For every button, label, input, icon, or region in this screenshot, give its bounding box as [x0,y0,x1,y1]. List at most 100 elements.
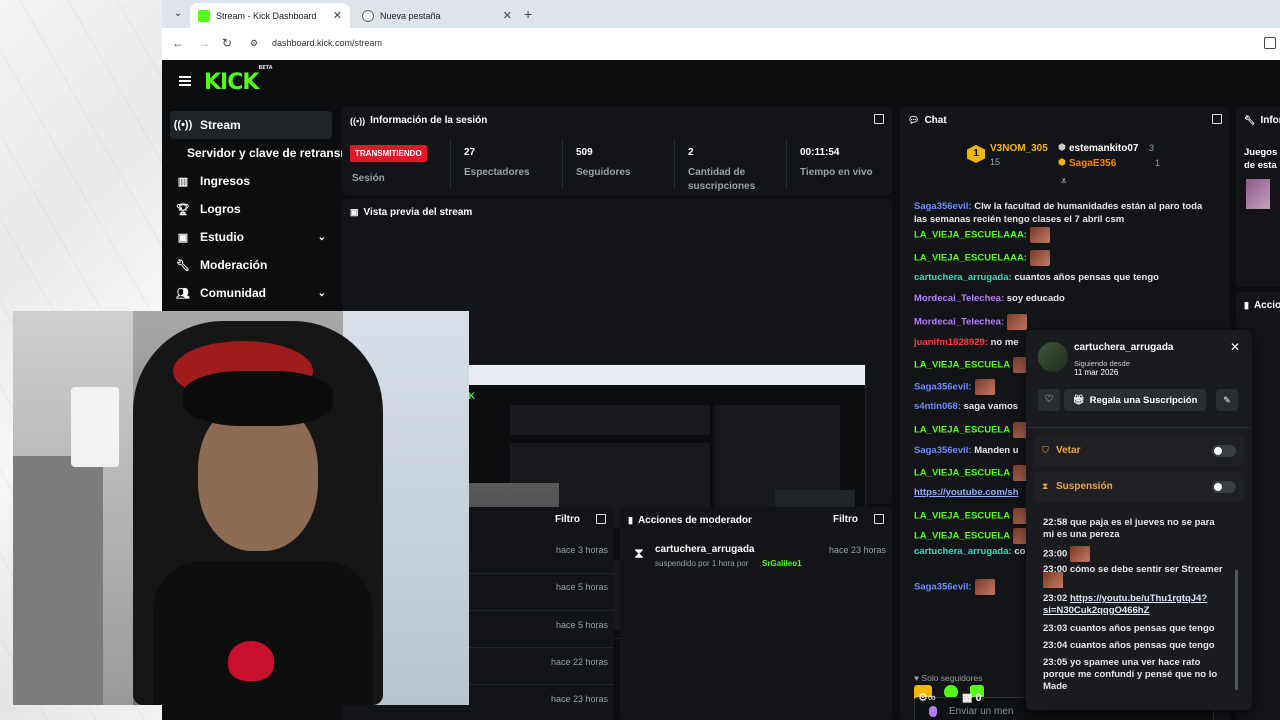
emote-icon [1007,314,1028,330]
chat-message: LA_VIEJA_ESCUELAAA: [914,250,1214,266]
panel-header: 💬︎ Chat [908,115,947,126]
new-tab-plus-icon[interactable]: + [524,6,532,22]
youtube-link[interactable]: https://youtu.be/uThu1rgtqJ4?si=N30Cuk2q… [1043,593,1207,616]
url-field[interactable]: dashboard.kick.com/stream [272,38,382,48]
live-status-badge: TRANSMITIENDO [350,145,427,162]
heart-icon: ♡ [1044,394,1054,405]
tab-title: Stream - Kick Dashboard [216,10,317,21]
panel-header: ▮ Acciones de moderador [628,515,752,526]
chevron-down-icon: ⌄ [317,287,326,299]
chat-username[interactable]: LA_VIEJA_ESCUELAAA: [914,253,1027,264]
sidebar-item-stream[interactable]: ((•)) Stream [170,111,332,139]
chat-username[interactable]: LA_VIEJA_ESCUELA [914,468,1010,479]
timeout-row[interactable]: ⧗ Suspensión [1034,472,1244,502]
browser-tab-active[interactable]: Stream - Kick Dashboard ✕ [190,3,350,28]
chat-username[interactable]: Saga356evil: [914,445,972,456]
leader-count: 3 [1149,143,1155,153]
popout-icon[interactable] [874,514,884,524]
pin-button[interactable]: ✎ [1216,389,1238,411]
uptime-value: 00:11:54 [800,147,840,158]
hourglass-icon: ⧗ [634,545,644,561]
user-log-line: 22:58 que paja es el jueves no se para m… [1043,517,1215,540]
chat-username[interactable]: Mordecai_Telechea: [914,317,1004,328]
status-label: Sesión [352,173,385,184]
leader-count: 1 [1155,158,1161,168]
gift-sub-button[interactable]: 🎁︎ Regala una Suscripción [1064,389,1206,411]
filter-button[interactable]: Filtro [555,514,580,525]
following-label: Siguiendo desde [1074,359,1130,368]
event-time: hace 22 horas [550,657,608,667]
leader-name[interactable]: SagaE356 [1069,158,1116,169]
chat-username[interactable]: Saga356evil: [914,201,972,212]
followers-label: Seguidores [576,167,631,178]
chat-username[interactable]: Saga356evil: [914,582,972,593]
studio-icon: ▣ [177,231,189,244]
filter-button[interactable]: Filtro [833,514,858,525]
chat-message: Saga356evil: Clw la facultad de humanida… [914,200,1214,226]
extension-icon[interactable] [1264,37,1276,49]
chat-username[interactable]: LA_VIEJA_ESCUELAAA: [914,230,1027,241]
panel-header: 🔧︎Infor [1244,115,1280,126]
mod-entry-moderator[interactable]: SrGalileo1 [762,559,802,568]
collapse-icon[interactable]: ⩡ [1061,176,1067,187]
leader-name[interactable]: estemankito07 [1069,143,1138,154]
reload-icon[interactable]: ↻ [222,36,232,50]
event-time: hace 23 horas [550,694,608,704]
chat-message: cartuchera_arrugada: cuantos años pensas… [914,271,1214,284]
event-time: hace 5 horas [555,582,608,592]
chat-username[interactable]: cartuchera_arrugada: [914,272,1012,283]
sidebar-item-moderacion[interactable]: 🔧︎ Moderación [170,251,332,279]
browser-tab-inactive[interactable]: Nueva pestaña ✕ [354,3,520,28]
mod-entry-user[interactable]: cartuchera_arrugada [655,544,755,555]
follow-heart-button[interactable]: ♡ [1038,389,1060,411]
sidebar-item-estudio[interactable]: ▣ Estudio ⌄ [170,223,332,251]
popout-icon[interactable] [1212,114,1222,124]
close-tab-icon[interactable]: ✕ [503,9,512,22]
hamburger-menu-icon[interactable] [179,76,191,86]
tab-title: Nueva pestaña [380,10,441,21]
ban-toggle[interactable] [1212,445,1236,457]
moderator-actions-panel: ▮ Acciones de moderador Filtro ⧗ cartuch… [620,507,892,720]
leader-name[interactable]: V3NOM_305 [990,143,1048,154]
chat-settings-icon[interactable]: ⚙∞ [918,691,936,704]
sidebar-item-ingresos[interactable]: ▥ Ingresos [170,167,332,195]
chat-message: Mordecai_Telechea: [914,314,1214,330]
shield-icon: ⛉ [1042,445,1049,455]
ban-row[interactable]: ⛉ Vetar [1034,436,1244,466]
chat-username[interactable]: cartuchera_arrugada: [914,546,1012,557]
chat-username[interactable]: LA_VIEJA_ESCUELA [914,511,1010,522]
popout-icon[interactable] [874,114,884,124]
game-cover-image[interactable] [1246,179,1270,209]
subs-label: Cantidad de suscripciones [688,167,756,192]
badge-icon: ⬢ [1058,142,1066,152]
scrollbar[interactable] [1235,570,1238,690]
chat-username[interactable]: LA_VIEJA_ESCUELA [914,425,1010,436]
user-log-line: 23:05 yo spamee una ver hace rato porque… [1043,657,1218,692]
pin-icon: ✎ [1223,395,1231,405]
sidebar-item-comunidad[interactable]: 👥︎ Comunidad ⌄ [170,279,332,307]
community-icon: 👥︎ [176,287,190,300]
close-tab-icon[interactable]: ✕ [333,9,342,22]
kick-logo[interactable]: KICKBETA [204,65,273,95]
chat-username[interactable]: juanifm1828929: [914,337,988,348]
back-arrow-icon[interactable]: ← [172,36,184,50]
forward-arrow-icon[interactable]: → [198,36,210,50]
microphone-icon [929,706,937,717]
chat-username[interactable]: LA_VIEJA_ESCUELA [914,360,1010,371]
chat-username[interactable]: LA_VIEJA_ESCUELA [914,531,1010,542]
emote-icon [974,579,995,595]
popout-icon[interactable] [596,514,606,524]
timeout-toggle[interactable] [1212,481,1236,493]
close-icon[interactable]: ✕ [1230,340,1240,354]
chat-username[interactable]: Mordecai_Telechea: [914,293,1004,304]
tab-search-chevron-icon[interactable]: ⌄ [168,5,188,23]
chat-username[interactable]: s4ntin068: [914,401,961,412]
trophy-icon: 🏆︎ [176,203,190,216]
sidebar-item-logros[interactable]: 🏆︎ Logros [170,195,332,223]
panel-header: ((•)) Información de la sesión [350,115,488,126]
sidebar-subitem-server-key[interactable]: Servidor y clave de retransmisión [187,146,342,160]
site-info-icon[interactable]: ⚙ [250,38,258,49]
divider [450,139,451,189]
chat-username[interactable]: Saga356evil: [914,382,972,393]
popup-username[interactable]: cartuchera_arrugada [1074,342,1174,353]
